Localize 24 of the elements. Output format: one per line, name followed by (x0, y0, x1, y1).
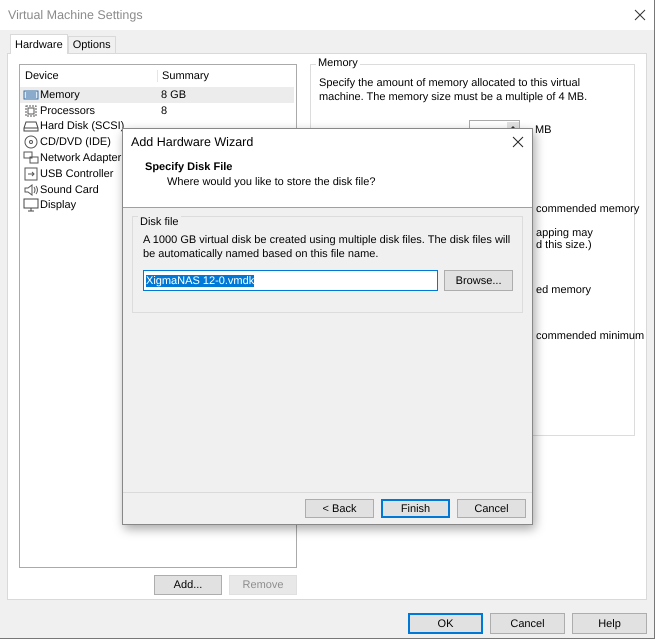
unit-label: MB (535, 124, 552, 136)
device-name: Hard Disk (SCSI) (40, 120, 124, 132)
group-title: Memory (316, 57, 360, 69)
memory-note: commended minimum (536, 330, 644, 342)
memory-note: d this size.) (536, 239, 592, 251)
device-name: Network Adapter (40, 152, 122, 164)
device-name: Memory (40, 88, 80, 101)
disk-description: A 1000 GB virtual disk be created using multiple disk files. The disk files will be automatically named based on this file name. (143, 233, 512, 261)
group-title: Disk file (138, 216, 181, 228)
window-title: Virtual Machine Settings (8, 8, 143, 22)
device-name: Display (40, 199, 76, 212)
memory-note: ed memory (536, 284, 592, 296)
memory-note: apping may (536, 227, 593, 239)
dialog-title: Add Hardware Wizard (131, 135, 254, 149)
wizard-subheading: Where would you like to store the disk file? (167, 176, 376, 188)
wizard-heading: Specify Disk File (145, 161, 234, 173)
device-name: Processors (40, 104, 96, 117)
memory-note: commended memory (536, 203, 640, 215)
memory-description: Specify the amount of memory allocated to this virtual machine. The memory size must be a multiple of 4 MB. (319, 76, 588, 104)
device-name: USB Controller (40, 168, 114, 180)
device-summary: 8 (160, 104, 168, 117)
device-name: Sound Card (40, 184, 99, 196)
device-summary: 8 GB (160, 88, 188, 101)
device-name: CD/DVD (IDE) (40, 136, 111, 148)
